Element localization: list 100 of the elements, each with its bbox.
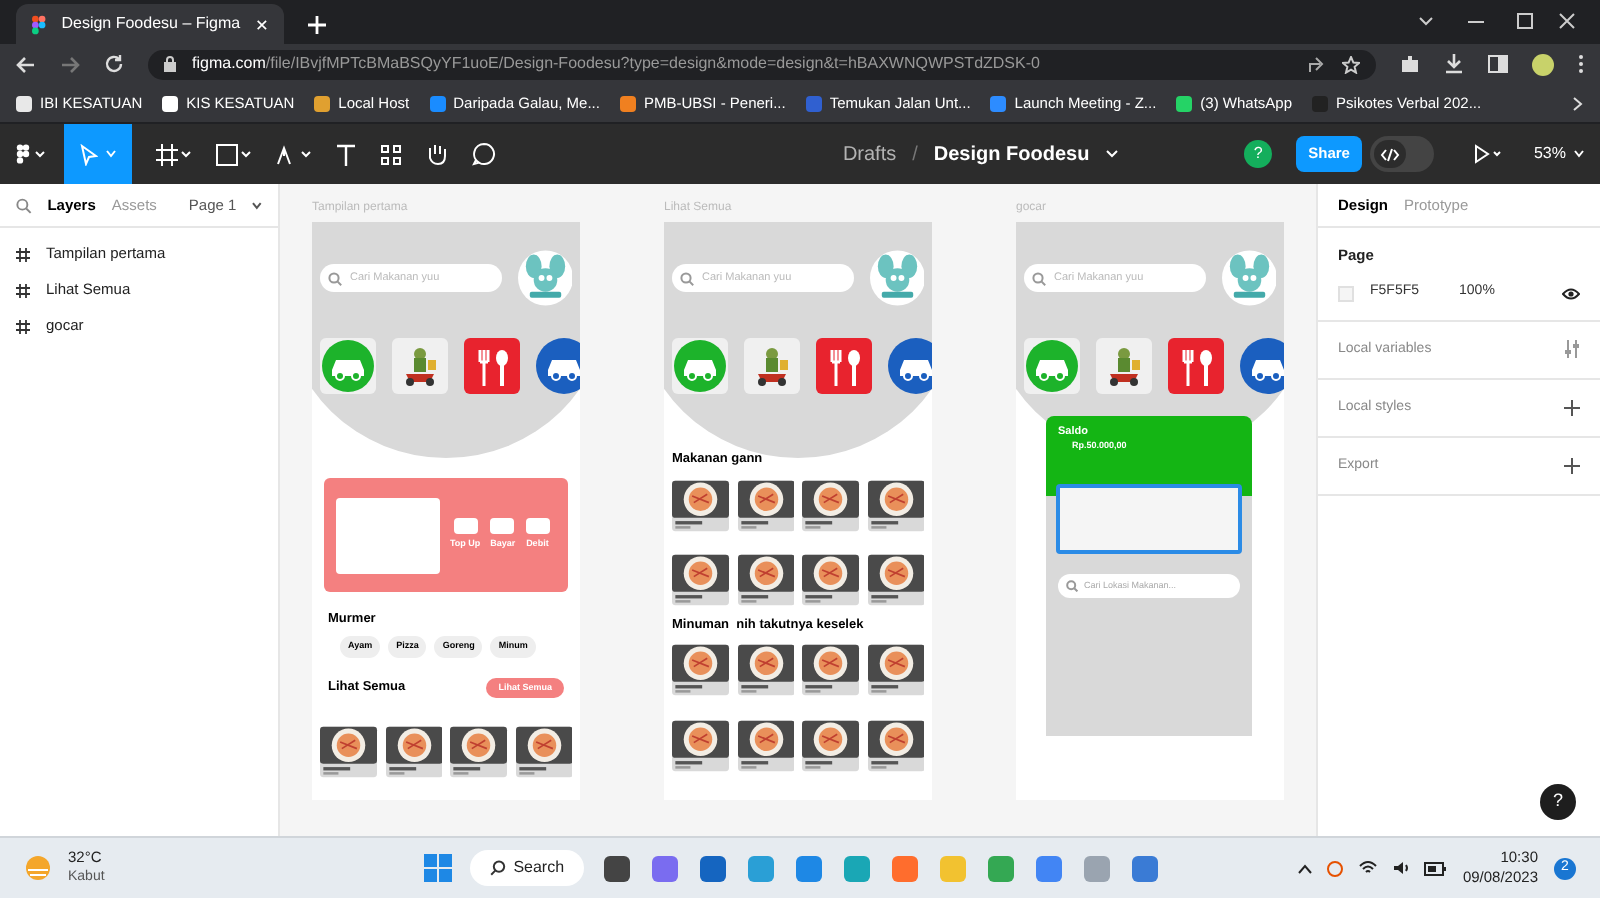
food-photo: [802, 715, 859, 775]
bookmark-icon: [990, 95, 1007, 111]
battery-icon[interactable]: [1424, 861, 1447, 875]
forward-arrow-icon[interactable]: [60, 55, 80, 73]
text-tool-icon[interactable]: [336, 143, 356, 165]
breadcrumb-separator: /: [912, 141, 918, 169]
figma-menu-icon[interactable]: [16, 144, 48, 164]
action-button[interactable]: [490, 518, 515, 535]
bookmark-icon: [429, 95, 446, 111]
car-icon: [1024, 338, 1080, 394]
help-button[interactable]: ?: [1540, 784, 1576, 820]
move-tool-button[interactable]: [64, 124, 132, 184]
tab-title: Design Foodesu – Figma: [61, 12, 241, 36]
bookmark-icon: [805, 95, 822, 111]
food-photo: [737, 475, 794, 536]
search-icon: [328, 271, 342, 285]
frame-icon: [16, 319, 30, 333]
search-icon: [680, 271, 694, 285]
food-photo: [867, 549, 924, 610]
plus-icon[interactable]: [1564, 457, 1580, 474]
eye-icon[interactable]: [1562, 287, 1580, 299]
chevron-up-icon[interactable]: [1298, 863, 1313, 873]
frame-icon: [16, 283, 30, 297]
color-swatch[interactable]: [1338, 285, 1354, 301]
speaker-icon[interactable]: [1392, 860, 1411, 876]
plus-icon[interactable]: [1564, 399, 1580, 416]
url-text: figma.com/file/IBvjfMPTcBMaBSQyYF1uoE/Design-Foodesu?type=design&mode=design&t=hBAXWNQWPSTdZDSK-0: [192, 52, 1042, 76]
share-icon[interactable]: [1308, 55, 1326, 73]
food-photo: [802, 639, 859, 699]
close-icon[interactable]: [256, 17, 268, 31]
extensions-icon[interactable]: [1400, 54, 1420, 74]
chevron-icon[interactable]: [252, 201, 262, 209]
back-arrow-icon[interactable]: [16, 55, 36, 73]
more-icon[interactable]: [1578, 54, 1584, 74]
car-icon: [672, 338, 728, 394]
balance-panel: [336, 497, 440, 573]
window-controls-icon: [1416, 12, 1576, 32]
fork-spoon-icon: [464, 338, 520, 394]
profile-avatar[interactable]: [1532, 53, 1554, 75]
breadcrumb-link[interactable]: Drafts: [842, 139, 897, 169]
food-photo: [672, 475, 729, 536]
side-panel-icon[interactable]: [1488, 54, 1508, 74]
reload-icon[interactable]: [104, 54, 124, 74]
food-photo: [802, 549, 859, 610]
comment-tool-icon[interactable]: [472, 142, 496, 166]
bookmark-icon: [619, 95, 636, 111]
zoom-level[interactable]: 53%: [1533, 142, 1566, 166]
star-icon[interactable]: [1342, 55, 1360, 73]
taskbar-app-icon[interactable]: [602, 853, 633, 883]
new-tab-icon[interactable]: [308, 16, 326, 34]
components-icon[interactable]: [380, 143, 402, 165]
food-photo: [737, 549, 794, 610]
windows-start-icon[interactable]: [423, 854, 452, 882]
play-icon[interactable]: [1473, 144, 1502, 164]
food-photo: [672, 715, 729, 775]
sync-icon[interactable]: [1326, 859, 1345, 877]
food-photo: [515, 722, 572, 783]
food-photo: [867, 715, 924, 775]
address-bar[interactable]: figma.com/file/IBvjfMPTcBMaBSQyYF1uoE/Design-Foodesu?type=design&mode=design&t=hBAXWNQWPSTdZDSK-0: [148, 49, 1376, 79]
bookmark-icon: [16, 95, 32, 111]
file-name[interactable]: Design Foodesu: [933, 139, 1090, 169]
pen-tool-icon[interactable]: [276, 143, 312, 165]
figma-logo-icon: [32, 13, 46, 35]
action-button[interactable]: [453, 518, 478, 535]
bookmark-icon: [1176, 95, 1193, 111]
food-photo: [867, 475, 924, 536]
cursor-icon: [80, 143, 98, 165]
hand-tool-icon[interactable]: [426, 142, 448, 166]
mascot-logo-icon: [869, 250, 924, 306]
weather-sun-icon: [24, 854, 52, 882]
code-icon: [1379, 147, 1400, 161]
action-button[interactable]: [525, 518, 550, 535]
food-photo: [672, 549, 729, 610]
bookmark-icon: [162, 95, 179, 111]
food-photo: [802, 475, 859, 536]
frame-tool-icon[interactable]: [156, 143, 192, 165]
chevron-icon: [106, 150, 116, 158]
input-box[interactable]: [1056, 484, 1242, 554]
taskbar-app-icon[interactable]: [1130, 853, 1161, 883]
car-icon: [320, 338, 376, 394]
search-icon: [489, 860, 506, 876]
download-icon[interactable]: [1444, 54, 1464, 74]
mascot-logo-icon: [517, 250, 572, 306]
wifi-icon[interactable]: [1358, 860, 1379, 876]
scooter-rider-icon: [744, 338, 800, 394]
lock-icon: [164, 56, 176, 72]
sliders-icon[interactable]: [1564, 340, 1580, 359]
rectangle-tool-icon[interactable]: [216, 143, 252, 165]
taskbar-search[interactable]: Search: [469, 850, 585, 886]
scooter-rider-icon: [1096, 338, 1152, 394]
fork-spoon-icon: [816, 338, 872, 394]
taskbar-app-icon[interactable]: [698, 853, 729, 883]
food-photo: [385, 722, 442, 783]
search-icon[interactable]: [16, 197, 32, 213]
dev-mode-toggle[interactable]: [1369, 136, 1434, 172]
bookmark-icon: [314, 95, 331, 111]
food-photo: [867, 639, 924, 699]
browser-tab[interactable]: Design Foodesu – Figma: [16, 4, 284, 44]
food-photo: [737, 715, 794, 775]
food-photo: [737, 639, 794, 699]
